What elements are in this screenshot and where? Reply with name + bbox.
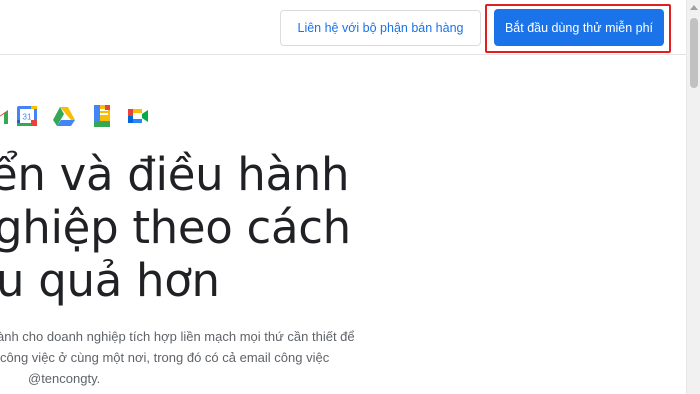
hero-description-line-3: @tencongty. xyxy=(28,371,101,386)
hero-headline-line-3: u quả hơn xyxy=(0,254,220,307)
gmail-icon xyxy=(0,110,8,124)
hero-description-line-2: công việc ở cùng một nơi, trong đó có cả… xyxy=(0,350,330,365)
calendar-icon: 31 xyxy=(17,106,37,126)
start-free-trial-button[interactable]: Bắt đầu dùng thử miễn phí xyxy=(494,9,664,46)
top-navigation-bar: Liên hệ với bộ phận bán hàng Bắt đầu dùn… xyxy=(0,0,686,55)
hero-description: ành cho doanh nghiệp tích hợp liền mạch … xyxy=(0,326,420,389)
vertical-scrollbar[interactable] xyxy=(686,0,700,394)
contact-sales-button[interactable]: Liên hệ với bộ phận bán hàng xyxy=(280,10,481,46)
meet-icon xyxy=(128,109,148,123)
drive-icon xyxy=(53,107,75,126)
hero-headline: ển và điều hành ghiệp theo cách u quả hơ… xyxy=(0,148,420,307)
scrollbar-thumb[interactable] xyxy=(690,18,698,88)
hero-headline-line-1: ển và điều hành xyxy=(0,148,350,201)
svg-text:31: 31 xyxy=(23,113,32,122)
scroll-up-arrow-icon[interactable] xyxy=(687,0,700,14)
hero-description-line-1: ành cho doanh nghiệp tích hợp liền mạch … xyxy=(0,329,355,344)
docs-icon xyxy=(94,105,110,127)
hero-headline-line-2: ghiệp theo cách xyxy=(0,201,351,254)
